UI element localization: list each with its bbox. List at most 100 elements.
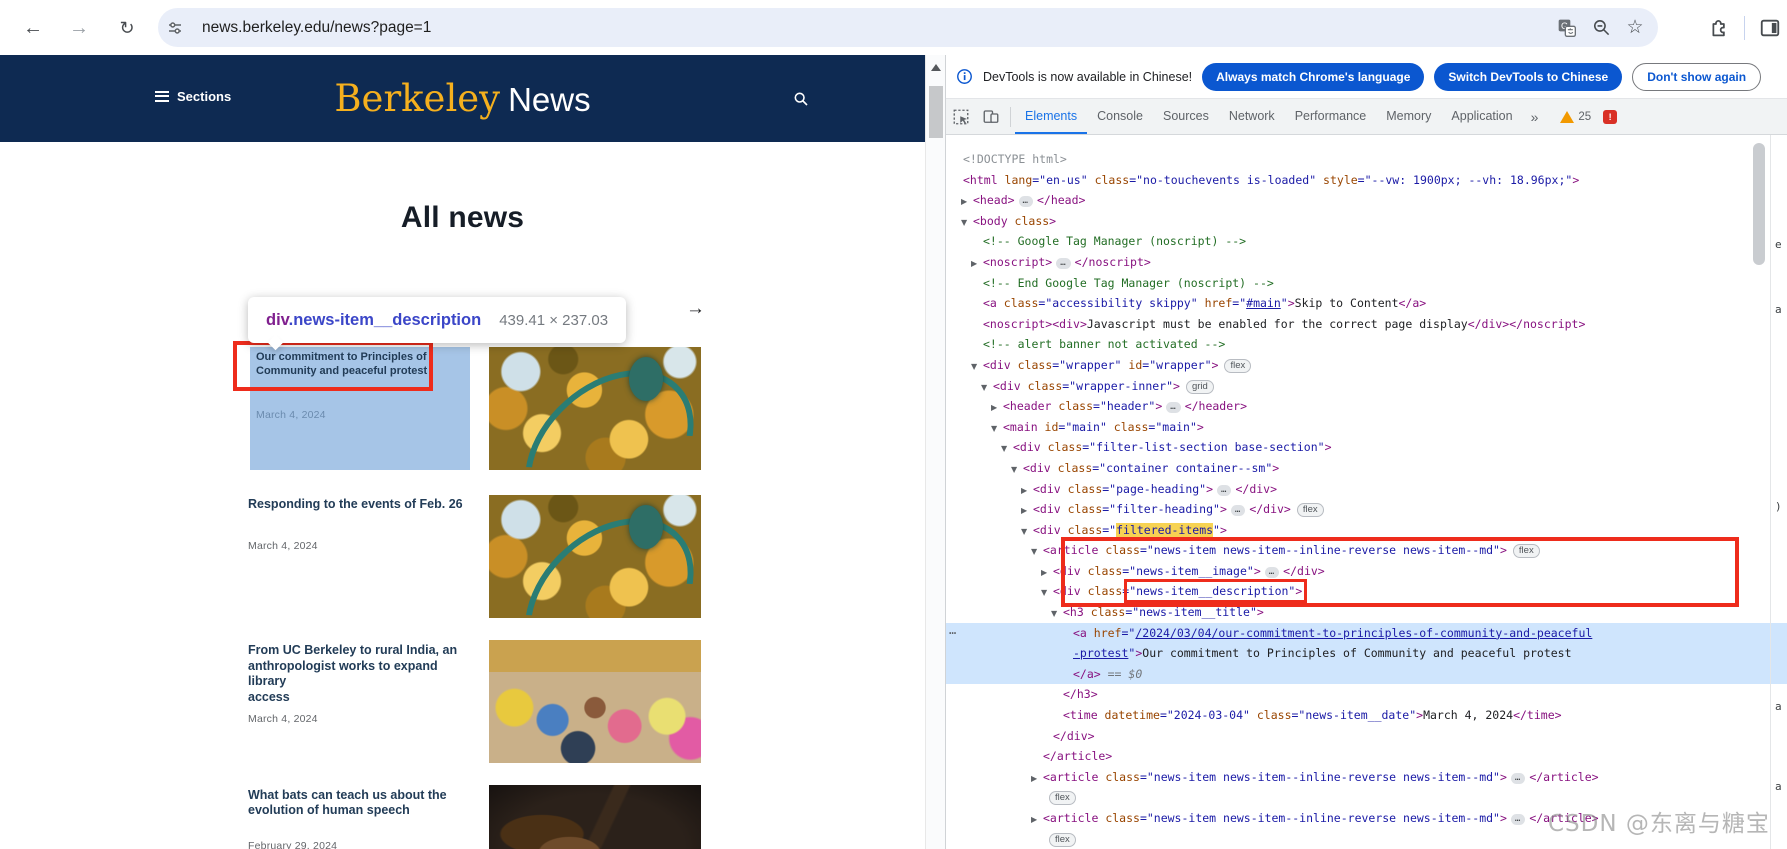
dom-node[interactable]: <html lang="en-us" class="no-touchevents… [946,170,1787,191]
dom-node[interactable]: ▶ <article class="news-item news-item--in… [946,808,1787,829]
expand-arrow-open[interactable]: ▼ [1001,439,1013,460]
collapsed-ellipsis[interactable]: … [1217,484,1232,496]
collapsed-ellipsis[interactable]: … [1166,402,1181,414]
dom-node[interactable]: ▶ <noscript>… </noscript> [946,252,1787,273]
translate-icon[interactable]: G [1550,18,1584,38]
layout-badge-flex[interactable]: flex [1049,832,1076,847]
expand-arrow-closed[interactable]: ▶ [1021,501,1033,522]
news-item-image[interactable] [489,347,701,470]
dom-node-selected[interactable]: … <a href="/2024/03/04/our-commitment-to-… [946,620,1787,644]
node-menu-icon[interactable]: … [949,620,957,641]
news-item-title[interactable]: What bats can teach us about the evolutio… [248,788,473,818]
switch-to-chinese-button[interactable]: Switch DevTools to Chinese [1434,62,1623,91]
side-panel-icon[interactable] [1755,14,1785,42]
collapsed-ellipsis[interactable]: … [1018,196,1033,208]
dom-node[interactable]: ▼ <div class="wrapper-inner"> grid [946,376,1787,397]
dom-node[interactable]: <a class="accessibility skippy" href="#m… [946,293,1787,314]
back-icon[interactable]: ← [18,13,48,43]
reload-icon[interactable]: ↻ [112,13,142,43]
dom-node[interactable]: ▼ <div class="filtered-items"> [946,520,1787,541]
match-language-button[interactable]: Always match Chrome's language [1202,62,1425,91]
dont-show-again-button[interactable]: Don't show again [1632,62,1762,91]
more-tabs-icon[interactable]: » [1523,109,1547,125]
address-bar[interactable]: news.berkeley.edu/news?page=1 G ☆ [158,8,1658,47]
dom-node[interactable]: ▶ <div class="news-item__image">… </div> [946,561,1787,582]
layout-badge-flex[interactable]: flex [1296,503,1324,518]
dom-node[interactable]: ▼ <article class="news-item news-item--in… [946,540,1787,561]
news-item-image[interactable] [489,495,701,618]
expand-arrow-closed[interactable]: ▶ [1031,769,1043,790]
dom-node[interactable]: ▶ <div class="filter-heading">… </div> flex [946,499,1787,520]
tab-application[interactable]: Application [1441,99,1522,134]
url-text[interactable]: news.berkeley.edu/news?page=1 [202,19,1550,37]
expand-arrow-closed[interactable]: ▶ [1021,481,1033,502]
collapsed-ellipsis[interactable]: … [1264,566,1280,578]
news-item-title[interactable]: Our commitment to Principles of Community… [256,351,436,378]
dom-node[interactable]: ▶ <head>… </head> [946,190,1787,211]
dom-node[interactable]: ▼ <h3 class="news-item__title"> [946,602,1787,623]
collapsed-ellipsis[interactable]: … [1510,772,1526,784]
error-icon[interactable]: ! [1603,109,1618,124]
dom-node[interactable]: <!DOCTYPE html> [946,149,1787,170]
dom-node-selected[interactable]: </a> == $0 [946,663,1787,685]
news-item-image[interactable] [489,640,701,763]
page-scrollbar[interactable] [925,55,945,849]
site-settings-icon[interactable] [158,19,192,37]
devtools-scrollbar-thumb[interactable] [1753,143,1765,265]
collapsed-ellipsis[interactable]: … [1056,257,1071,269]
layout-badge-flex[interactable]: flex [1049,791,1076,806]
scrollbar-thumb[interactable] [929,86,943,138]
tab-elements[interactable]: Elements [1015,99,1087,134]
dom-node[interactable]: ▶ <article class="news-item news-item--in… [946,767,1787,788]
dom-node-selected[interactable]: -protest">Our commitment to Principles o… [946,643,1787,664]
expand-arrow-open[interactable]: ▼ [1041,583,1053,604]
news-item-title[interactable]: Responding to the events of Feb. 26 [248,496,473,512]
dom-node[interactable]: </article> [946,746,1787,767]
dom-node[interactable]: flex [946,787,1787,808]
tab-network[interactable]: Network [1219,99,1285,134]
layout-badge-flex[interactable]: flex [1224,358,1252,373]
dom-node[interactable]: ▼ <main id="main" class="main"> [946,417,1787,438]
dom-node[interactable]: </h3> [946,684,1787,705]
expand-arrow-closed[interactable]: ▶ [991,398,1003,419]
expand-arrow-open[interactable]: ▼ [981,378,993,399]
dom-node[interactable]: ▼ <div class="filter-list-section base-se… [946,437,1787,458]
tab-memory[interactable]: Memory [1376,99,1441,134]
news-item-title[interactable]: From UC Berkeley to rural India, an anthr… [248,643,473,705]
warnings-counter[interactable]: 25 [1560,110,1591,123]
expand-arrow-open[interactable]: ▼ [961,213,973,234]
forward-icon[interactable]: → [64,13,94,43]
expand-arrow-open[interactable]: ▼ [991,419,1003,440]
tab-console[interactable]: Console [1087,99,1153,134]
collapsed-ellipsis[interactable]: … [1510,814,1526,825]
dom-node[interactable]: <!-- Google Tag Manager (noscript) --> [946,231,1787,252]
news-item-image[interactable] [489,785,701,849]
layout-badge-flex[interactable]: flex [1512,544,1540,559]
expand-arrow-closed[interactable]: ▶ [961,192,973,213]
zoom-out-icon[interactable] [1584,18,1618,37]
dom-node[interactable]: ▼ <div class="news-item__description"> [946,579,1787,604]
styles-pane-divider[interactable] [1770,135,1771,849]
tab-performance[interactable]: Performance [1285,99,1377,134]
expand-arrow-open[interactable]: ▼ [1021,522,1033,543]
layout-badge-grid[interactable]: grid [1185,379,1214,394]
dom-node[interactable]: <!-- End Google Tag Manager (noscript) -… [946,273,1787,294]
scrollbar-up-arrow[interactable] [931,64,941,71]
collapsed-ellipsis[interactable]: … [1230,505,1246,517]
dom-node[interactable]: <!-- alert banner not activated --> [946,334,1787,355]
bookmark-star-icon[interactable]: ☆ [1618,16,1652,39]
expand-arrow-open[interactable]: ▼ [1031,542,1043,563]
dom-node[interactable]: ▼ <div class="container container--sm"> [946,458,1787,479]
device-toolbar-icon[interactable] [976,103,1006,131]
dom-node[interactable]: </div> [946,726,1787,747]
dom-node[interactable]: ▶ <header class="header">… </header> [946,396,1787,417]
inspect-element-icon[interactable] [946,103,976,131]
dom-node[interactable]: ▼ <body class> [946,211,1787,232]
extensions-icon[interactable] [1704,14,1734,42]
dom-node[interactable]: flex [946,829,1787,849]
dom-node[interactable]: ▼ <div class="wrapper" id="wrapper"> flex [946,355,1787,376]
dom-node[interactable]: ▶ <div class="page-heading">… </div> [946,479,1787,500]
expand-arrow-open[interactable]: ▼ [1011,460,1023,481]
expand-arrow-open[interactable]: ▼ [971,357,983,378]
expand-arrow-closed[interactable]: ▶ [1041,563,1053,584]
